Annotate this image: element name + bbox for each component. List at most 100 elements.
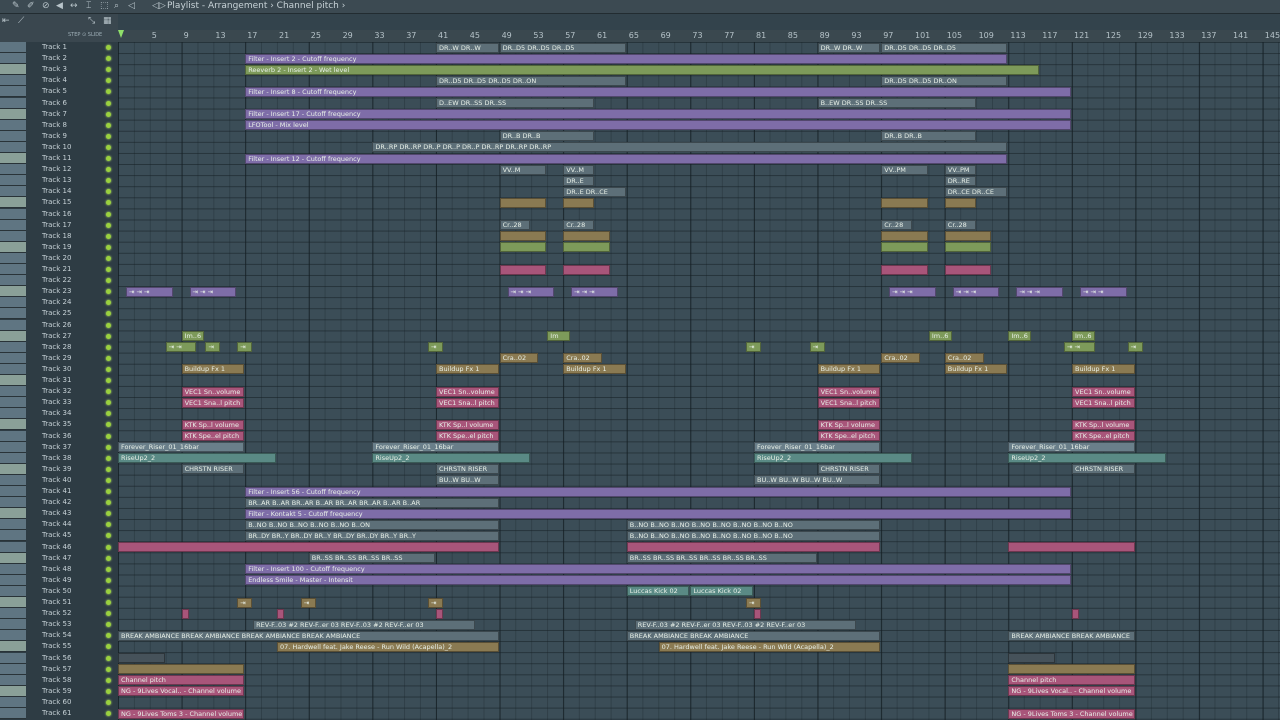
- playlist-clip[interactable]: REV-F..03 #2 REV-F..er 03 REV-F..03 #2 R…: [634, 619, 857, 630]
- track-header[interactable]: Track 36: [0, 430, 118, 442]
- playlist-clip[interactable]: DR..B DR..B: [881, 131, 976, 142]
- playlist-clip[interactable]: Filter - Insert 56 - Cutoff frequency: [245, 486, 1071, 497]
- playlist-clip[interactable]: [499, 264, 547, 275]
- playlist-clip[interactable]: Endless Smile - Master - Intensit: [245, 575, 1071, 586]
- track-mute-led[interactable]: [106, 389, 111, 395]
- track-mute-led[interactable]: [106, 178, 111, 184]
- playlist-clip[interactable]: DR..CE DR..CE: [944, 186, 1008, 197]
- track-mute-led[interactable]: [106, 522, 111, 528]
- playlist-clip[interactable]: Forever_Riser_01_16bar: [118, 442, 245, 453]
- playlist-clip[interactable]: KTK Sp..l volume: [181, 419, 245, 430]
- playlist-clip[interactable]: Im: [547, 331, 571, 342]
- track-mute-led[interactable]: [106, 144, 111, 150]
- slip-icon[interactable]: ↔: [70, 1, 78, 12]
- track-mute-led[interactable]: [106, 111, 111, 117]
- playlist-clip[interactable]: CHRSTN RISER: [1072, 464, 1135, 475]
- playlist-clip[interactable]: ⇥: [746, 597, 761, 608]
- playlist-clip[interactable]: [626, 542, 881, 552]
- playlist-clip[interactable]: [563, 231, 610, 242]
- track-mute-led[interactable]: [106, 433, 111, 439]
- track-header[interactable]: Track 8: [0, 119, 118, 131]
- track-header[interactable]: Track 2: [0, 53, 118, 65]
- track-header[interactable]: Track 20: [0, 252, 118, 264]
- track-mute-led[interactable]: [106, 156, 111, 161]
- playlist-clip[interactable]: ⇥: [205, 342, 221, 353]
- track-mute-led[interactable]: [106, 533, 111, 539]
- playlist-clip[interactable]: KTK Spe..el pitch: [817, 431, 881, 441]
- playlist-clip[interactable]: 07. Hardwell feat. Jake Reese - Run Wild…: [277, 641, 499, 652]
- playlist-clip[interactable]: ⇥ ⇥ ⇥: [952, 286, 1000, 297]
- playlist-clip[interactable]: Cr..28: [944, 220, 976, 231]
- track-mute-led[interactable]: [106, 688, 111, 694]
- track-header[interactable]: Track 61: [0, 708, 118, 719]
- track-mute-led[interactable]: [106, 300, 111, 306]
- track-header[interactable]: Track 23: [0, 286, 118, 298]
- playlist-clip[interactable]: Cra..02: [499, 353, 539, 364]
- playlist-clip[interactable]: VV..PM: [944, 164, 976, 175]
- snap-label[interactable]: STEP ⊙ SLIDE: [68, 32, 102, 38]
- playlist-clip[interactable]: BREAK AMBIANCE BREAK AMBIANCE: [626, 630, 881, 641]
- track-header[interactable]: Track 50: [0, 585, 118, 597]
- playlist-clip[interactable]: ⇥ ⇥ ⇥: [571, 286, 618, 297]
- playlist-clip[interactable]: [499, 197, 547, 208]
- playlist-clip[interactable]: BR..AR B..AR BR..AR B..AR BR..AR BR..AR …: [245, 497, 499, 508]
- playlist-clip[interactable]: [118, 542, 499, 552]
- track-header[interactable]: Track 21: [0, 264, 118, 275]
- track-mute-led[interactable]: [106, 378, 111, 383]
- playlist-clip[interactable]: Buildup Fx 1: [436, 364, 499, 375]
- track-header[interactable]: Track 4: [0, 75, 118, 87]
- playlist-clip[interactable]: KTK Sp..l volume: [436, 419, 499, 430]
- track-mute-led[interactable]: [106, 278, 111, 284]
- playlist-clip[interactable]: [1008, 542, 1135, 552]
- playlist-clip[interactable]: Cra..02: [563, 353, 602, 364]
- playlist-clip[interactable]: BR..DY BR..Y BR..DY BR..Y BR..DY BR..DY …: [245, 530, 499, 541]
- track-mute-led[interactable]: [106, 333, 111, 339]
- playlist-clip[interactable]: Im..6: [1072, 331, 1095, 342]
- track-header[interactable]: Track 32: [0, 386, 118, 398]
- playlist-clip[interactable]: [1072, 608, 1079, 619]
- playlist-clip[interactable]: VEC1 Sn..volume: [817, 386, 881, 397]
- playlist-clip[interactable]: [118, 664, 245, 675]
- track-header[interactable]: Track 15: [0, 197, 118, 209]
- track-header[interactable]: Track 17: [0, 219, 118, 231]
- playlist-clip[interactable]: VEC1 Sna..l pitch: [817, 397, 881, 408]
- playlist-clip[interactable]: [754, 608, 761, 619]
- playlist-clip[interactable]: [563, 242, 610, 253]
- playlist-clip[interactable]: DR..D5 DR..D5 DR..D5: [881, 42, 1008, 53]
- track-mute-led[interactable]: [106, 355, 111, 361]
- playlist-clip[interactable]: DR..RP DR..RP DR..P DR..P DR..P DR..RP D…: [372, 142, 1008, 153]
- playlist-clip[interactable]: Channel pitch: [118, 675, 245, 686]
- track-header[interactable]: Track 58: [0, 674, 118, 686]
- playlist-clip[interactable]: VV..PM: [881, 164, 928, 175]
- playlist-clip[interactable]: Im..6: [181, 331, 205, 342]
- playlist-clip[interactable]: Channel pitch: [1008, 675, 1135, 686]
- playlist-clip[interactable]: Luccas Kick 02: [626, 586, 690, 597]
- playlist-clip[interactable]: CHRSTN RISER: [817, 464, 881, 475]
- track-header[interactable]: Track 28: [0, 341, 118, 353]
- playlist-clip[interactable]: Cra..02: [944, 353, 984, 364]
- track-mute-led[interactable]: [106, 189, 111, 195]
- playlist-clip[interactable]: Buildup Fx 1: [1072, 364, 1135, 375]
- playlist-clip[interactable]: BU..W BU..W BU..W BU..W: [754, 475, 881, 486]
- playlist-clip[interactable]: LFOTool - Mix level: [245, 120, 1071, 131]
- playlist-clip[interactable]: ⇥: [237, 342, 253, 353]
- playlist-clip[interactable]: ⇥ ⇥ ⇥: [125, 286, 173, 297]
- track-mute-led[interactable]: [106, 677, 111, 683]
- track-mute-led[interactable]: [106, 222, 111, 228]
- track-mute-led[interactable]: [106, 500, 111, 506]
- playlist-clip[interactable]: DR..D5 DR..D5 DR..D5 DR..ON: [436, 75, 626, 86]
- track-header[interactable]: Track 31: [0, 375, 118, 386]
- playlist-clip[interactable]: [944, 264, 992, 275]
- playlist-clip[interactable]: RiseUp2_2: [1008, 453, 1167, 464]
- playlist-clip[interactable]: B..NO B..NO B..NO B..NO B..NO B..NO B..N…: [626, 519, 881, 530]
- track-mute-led[interactable]: [106, 699, 111, 705]
- playlist-clip[interactable]: Reeverb 2 - Insert 2 - Wet level: [245, 64, 1040, 75]
- track-header[interactable]: Track 29: [0, 352, 118, 364]
- playlist-clip[interactable]: Im..6: [1008, 331, 1032, 342]
- track-header[interactable]: Track 57: [0, 663, 118, 675]
- playlist-clip[interactable]: Cr..28: [499, 220, 531, 231]
- playlist-clip[interactable]: Filter - Kontakt 5 - Cutoff frequency: [245, 508, 1071, 519]
- playlist-clip[interactable]: RiseUp2_2: [754, 453, 912, 464]
- playlist-clip[interactable]: ⇥: [809, 342, 825, 353]
- playlist-clip[interactable]: NG - 9Lives Vocal.. - Channel volume: [118, 686, 245, 697]
